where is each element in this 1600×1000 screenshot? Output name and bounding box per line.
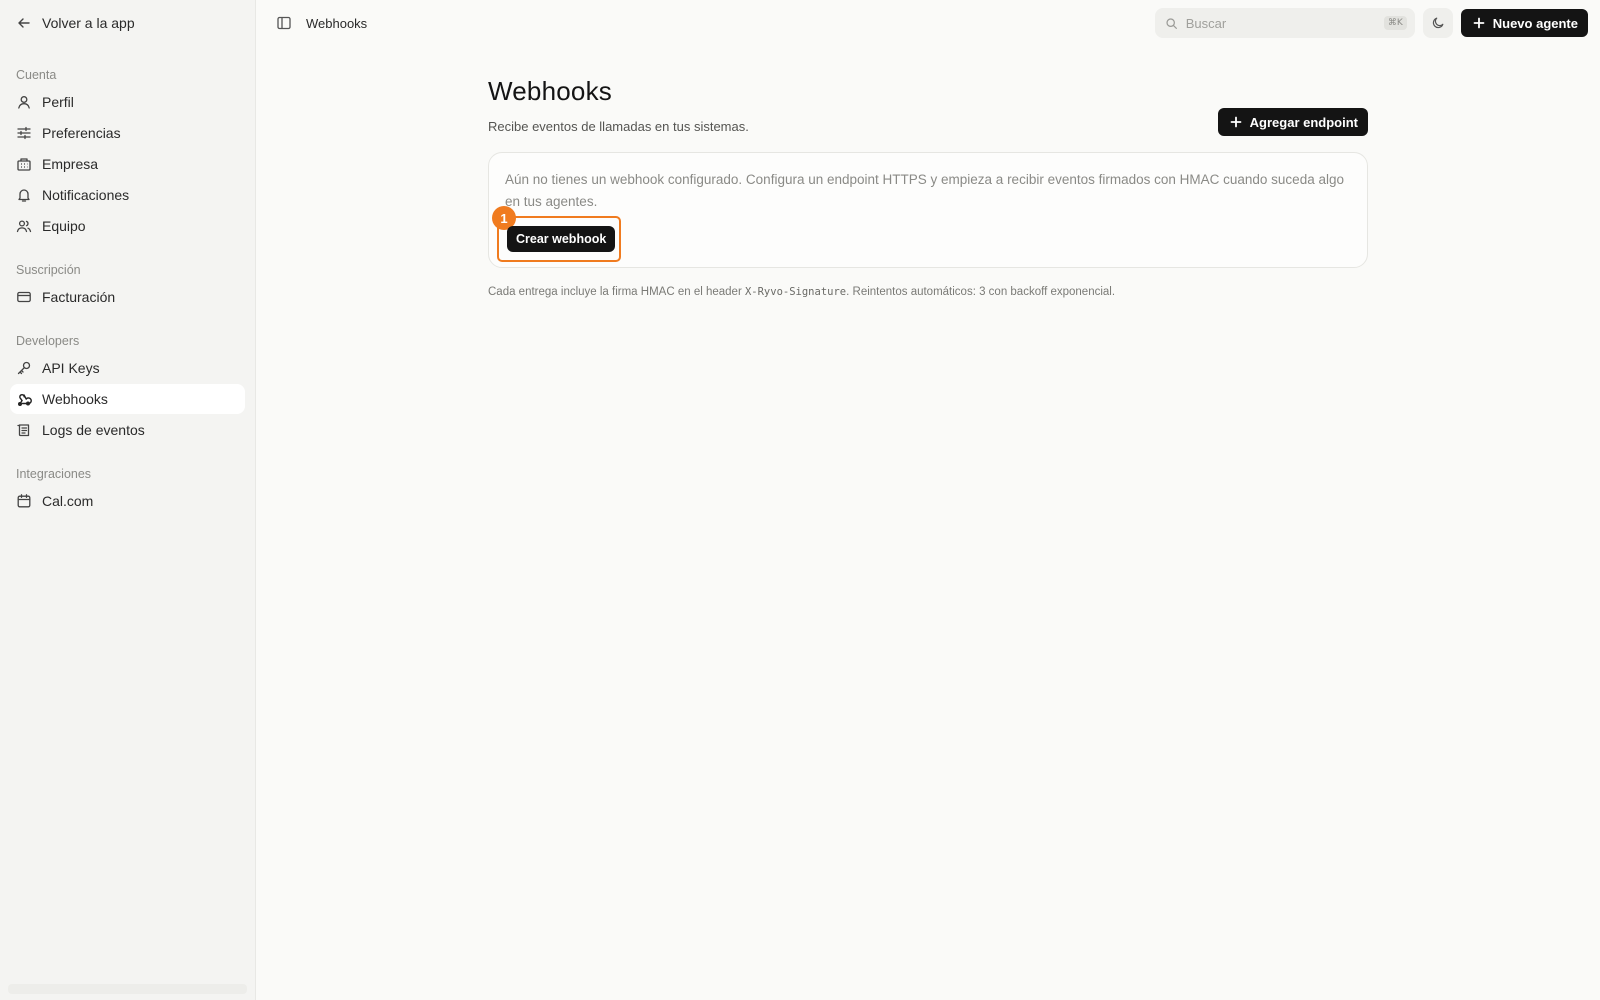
sidebar-section-suscripcion: Suscripción Facturación (10, 259, 245, 312)
signature-footnote: Cada entrega incluye la firma HMAC en el… (488, 286, 1368, 298)
credit-card-icon (17, 291, 31, 303)
sidebar-item-webhooks[interactable]: Webhooks (10, 384, 245, 414)
sidebar-section-label: Suscripción (16, 263, 81, 277)
sidebar-section-label: Cuenta (16, 68, 57, 82)
key-icon (17, 361, 31, 375)
arrow-left-icon (18, 18, 30, 28)
sidebar-section-label: Developers (16, 334, 80, 348)
back-to-app-link[interactable]: Volver a la app (10, 0, 245, 46)
topbar: Webhooks ⌘K Nuevo agente (256, 0, 1600, 46)
sidebar-item-label: Logs de eventos (42, 422, 145, 438)
create-webhook-button[interactable]: Crear webhook (507, 226, 616, 252)
back-to-app-label: Volver a la app (42, 15, 135, 31)
building-icon (17, 158, 31, 171)
sidebar-item-facturacion[interactable]: Facturación (10, 282, 245, 312)
sidebar-item-label: Perfil (42, 94, 74, 110)
sidebar-item-cal-com[interactable]: Cal.com (10, 486, 245, 516)
sidebar-item-label: Webhooks (42, 391, 108, 407)
sidebar-item-label: Equipo (42, 218, 86, 234)
new-agent-button[interactable]: Nuevo agente (1460, 9, 1588, 37)
new-agent-label: Nuevo agente (1492, 15, 1578, 31)
sidebar-item-label: Preferencias (42, 125, 121, 141)
search-box[interactable]: ⌘K (1154, 8, 1415, 38)
user-icon (18, 96, 30, 109)
settings-sidebar: Volver a la app Cuenta Perfil Preferenci… (0, 0, 256, 1000)
sidebar-item-label: Facturación (42, 289, 116, 305)
search-input[interactable] (1185, 15, 1376, 31)
sidebar-item-logs-de-eventos[interactable]: Logs de eventos (10, 415, 245, 445)
webhook-icon (18, 394, 32, 406)
sidebar-item-empresa[interactable]: Empresa (10, 149, 245, 179)
search-shortcut-badge: ⌘K (1383, 16, 1407, 30)
webhooks-content: Webhooks Recibe eventos de llamadas en t… (488, 76, 1368, 298)
app-root: Volver a la app Cuenta Perfil Preferenci… (0, 0, 1600, 1000)
plus-icon (1230, 116, 1242, 128)
sidebar-item-equipo[interactable]: Equipo (10, 211, 245, 241)
sidebar-item-label: API Keys (42, 360, 100, 376)
sidebar-section-label: Integraciones (16, 467, 92, 481)
sidebar-item-label: Empresa (42, 156, 99, 172)
annotation-highlight: 1 Crear webhook (492, 206, 621, 262)
add-endpoint-button[interactable]: Agregar endpoint (1217, 108, 1368, 136)
panel-left-icon (277, 16, 291, 30)
breadcrumb: Webhooks (306, 15, 368, 31)
add-endpoint-label: Agregar endpoint (1249, 114, 1358, 130)
signature-header-code: X-Ryvo-Signature (744, 286, 847, 298)
bell-icon (18, 189, 30, 202)
footnote-text-before: Cada entrega incluye la firma HMAC en el… (488, 286, 745, 298)
sidebar-section-developers: Developers API Keys Webhooks Logs de eve… (10, 330, 245, 445)
sidebar-section-cuenta: Cuenta Perfil Preferencias Empresa Notif… (10, 64, 245, 241)
sidebar-item-perfil[interactable]: Perfil (10, 87, 245, 117)
users-icon (16, 220, 32, 233)
footnote-text-after: . Reintentos automáticos: 3 con backoff … (846, 286, 1116, 298)
sidebar-item-notificaciones[interactable]: Notificaciones (10, 180, 245, 210)
theme-toggle-button[interactable] (1422, 8, 1453, 38)
page-title: Webhooks (488, 76, 612, 106)
sidebar-section-integraciones: Integraciones Cal.com (10, 463, 245, 516)
sidebar-scrollbar[interactable] (8, 984, 247, 994)
main-area: Webhooks ⌘K Nuevo agente Webhooks Recibe… (256, 0, 1600, 1000)
sidebar-item-preferencias[interactable]: Preferencias (10, 118, 245, 148)
sidebar-toggle-button[interactable] (276, 15, 292, 31)
empty-state-card: Aún no tienes un webhook configurado. Co… (488, 152, 1368, 268)
sidebar-item-label: Notificaciones (42, 187, 130, 203)
sidebar-item-api-keys[interactable]: API Keys (10, 353, 245, 383)
empty-state-text: Aún no tienes un webhook configurado. Co… (505, 172, 1344, 209)
sidebar-item-label: Cal.com (42, 493, 94, 509)
plus-icon (1473, 17, 1485, 29)
sliders-icon (17, 126, 31, 140)
search-icon (1166, 17, 1177, 29)
moon-icon (1432, 17, 1444, 29)
calendar-icon (17, 494, 31, 508)
log-icon (17, 424, 30, 437)
